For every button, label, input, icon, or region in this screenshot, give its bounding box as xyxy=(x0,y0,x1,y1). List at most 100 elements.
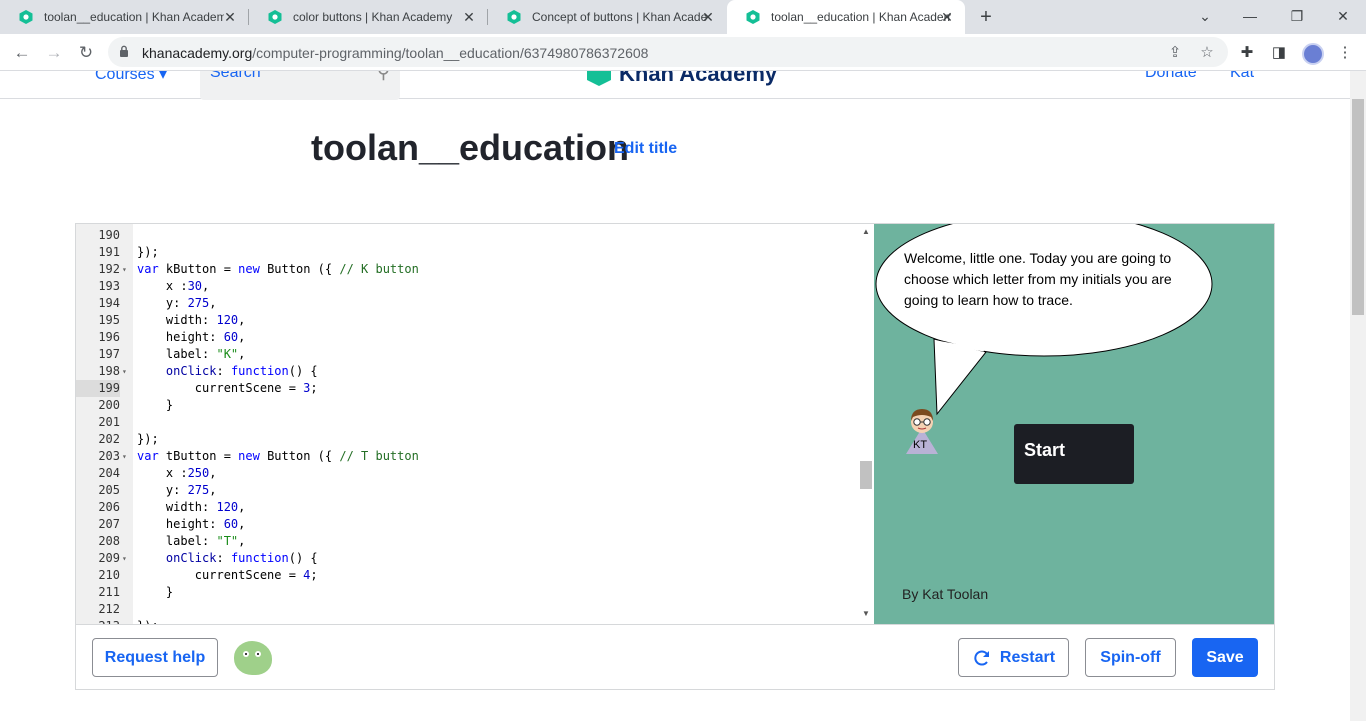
tab-title: toolan__education | Khan Academ xyxy=(44,10,224,24)
tab-close-icon[interactable]: ✕ xyxy=(700,9,716,25)
code-editor[interactable]: 190 191}); 192 ▾ var kButton = new Button ({… xyxy=(76,224,874,624)
code-line[interactable]: 196 height: 60, xyxy=(76,329,874,346)
page-content: Courses ▾ Search ⚲ Khan Academy Donate K… xyxy=(0,71,1350,721)
browser-tab-strip: toolan__education | Khan Academ ✕ color … xyxy=(0,0,1366,34)
search-input[interactable]: Search ⚲ xyxy=(200,71,400,100)
line-number: 204 xyxy=(98,466,120,480)
chrome-menu-icon[interactable]: ⋮ xyxy=(1335,43,1355,63)
khan-academy-favicon-icon xyxy=(19,10,33,24)
line-number: 194 xyxy=(98,296,120,310)
code-line[interactable]: 209 ▾ onClick: function() { xyxy=(76,550,874,567)
code-line[interactable]: 201 xyxy=(76,414,874,431)
spin-off-button[interactable]: Spin-off xyxy=(1085,638,1176,677)
help-mascot-icon[interactable] xyxy=(234,641,272,675)
restart-label: Restart xyxy=(999,648,1056,666)
url-text: khanacademy.org/computer-programming/too… xyxy=(142,45,648,61)
line-number: 199 xyxy=(76,380,120,397)
bookmark-star-icon[interactable]: ☆ xyxy=(1198,44,1216,62)
back-arrow-icon[interactable]: ← xyxy=(10,41,34,65)
window-close-icon[interactable]: ✕ xyxy=(1329,4,1357,28)
line-number: 203 xyxy=(98,449,120,463)
line-number: 207 xyxy=(98,517,120,531)
fold-arrow-icon[interactable]: ▾ xyxy=(122,363,132,380)
fold-arrow-icon[interactable]: ▾ xyxy=(122,261,132,278)
side-panel-icon[interactable]: ◨ xyxy=(1269,43,1289,63)
code-text: onClick: function() { xyxy=(165,364,318,378)
browser-toolbar: ← → ↻ khanacademy.org/computer-programmi… xyxy=(0,34,1366,71)
code-line[interactable]: 192 ▾ var kButton = new Button ({ // K but… xyxy=(76,261,874,278)
line-number: 200 xyxy=(98,398,120,412)
code-line[interactable]: 212 xyxy=(76,601,874,618)
reload-icon[interactable]: ↻ xyxy=(74,41,98,65)
address-bar[interactable]: khanacademy.org/computer-programming/too… xyxy=(108,37,1228,67)
code-text: label: "K", xyxy=(137,347,246,361)
code-text: var kButton = new Button ({ // K button xyxy=(137,262,419,276)
fold-arrow-icon[interactable]: ▾ xyxy=(122,550,132,567)
start-button[interactable]: Start xyxy=(1014,424,1134,484)
share-icon[interactable]: ⇪ xyxy=(1166,44,1184,62)
code-line[interactable]: 190 xyxy=(76,227,874,244)
code-line[interactable]: 208 label: "T", xyxy=(76,533,874,550)
code-line[interactable]: 202}); xyxy=(76,431,874,448)
tab-close-icon[interactable]: ✕ xyxy=(222,9,238,25)
request-help-button[interactable]: Request help xyxy=(92,638,218,677)
line-number: 212 xyxy=(98,602,120,616)
code-line[interactable]: 195 width: 120, xyxy=(76,312,874,329)
khan-academy-logo[interactable]: Khan Academy xyxy=(587,71,777,87)
code-line[interactable]: 205 y: 275, xyxy=(76,482,874,499)
line-number: 210 xyxy=(98,568,120,582)
tab-search-chevron-icon[interactable]: ⌄ xyxy=(1191,4,1219,28)
code-line[interactable]: 191}); xyxy=(76,244,874,261)
ka-header: Courses ▾ Search ⚲ Khan Academy Donate K… xyxy=(0,71,1350,100)
save-button[interactable]: Save xyxy=(1192,638,1258,677)
code-line[interactable]: 204 x :250, xyxy=(76,465,874,482)
code-text: y: 275, xyxy=(137,296,217,310)
output-canvas[interactable]: Welcome, little one. Today you are going… xyxy=(874,224,1274,624)
code-line[interactable]: 210 currentScene = 4; xyxy=(76,567,874,584)
khan-academy-favicon-icon xyxy=(268,10,282,24)
code-line[interactable]: 198 ▾ onClick: function() { xyxy=(76,363,874,380)
code-line[interactable]: 197 label: "K", xyxy=(76,346,874,363)
extensions-puzzle-icon[interactable]: ✚ xyxy=(1237,43,1257,63)
code-text: width: 120, xyxy=(137,500,246,514)
code-line[interactable]: 194 y: 275, xyxy=(76,295,874,312)
scroll-up-icon[interactable]: ▲ xyxy=(860,227,872,239)
line-number: 201 xyxy=(98,415,120,429)
code-line[interactable]: 206 width: 120, xyxy=(76,499,874,516)
browser-tab[interactable]: toolan__education | Khan Academ ✕ xyxy=(0,0,248,34)
tab-close-icon[interactable]: ✕ xyxy=(461,9,477,25)
new-tab-icon[interactable]: + xyxy=(975,6,997,28)
mascot-eye xyxy=(255,651,261,657)
code-line[interactable]: 200 } xyxy=(76,397,874,414)
code-text: } xyxy=(137,398,174,412)
page-scrollbar[interactable] xyxy=(1350,71,1366,721)
editor-scrollbar[interactable]: ▲ ▼ xyxy=(858,224,874,624)
logo-text: Khan Academy xyxy=(619,71,778,86)
restart-button[interactable]: Restart xyxy=(958,638,1069,677)
code-line[interactable]: 207 height: 60, xyxy=(76,516,874,533)
page-scroll-thumb[interactable] xyxy=(1352,99,1364,315)
browser-tab[interactable]: color buttons | Khan Academy ✕ xyxy=(249,0,487,34)
editor-scroll-thumb[interactable] xyxy=(860,461,872,489)
forward-arrow-icon[interactable]: → xyxy=(42,41,66,65)
code-line[interactable]: 199 currentScene = 3; xyxy=(76,380,874,397)
browser-tab-active[interactable]: toolan__education | Khan Academ ✕ xyxy=(727,0,965,34)
browser-tab[interactable]: Concept of buttons | Khan Acade ✕ xyxy=(488,0,726,34)
code-line[interactable]: 193 x :30, xyxy=(76,278,874,295)
code-line[interactable]: 211 } xyxy=(76,584,874,601)
fold-arrow-icon[interactable]: ▾ xyxy=(122,448,132,465)
edit-title-link[interactable]: Edit title xyxy=(614,140,677,158)
restore-icon[interactable]: ❐ xyxy=(1283,4,1311,28)
donate-link[interactable]: Donate xyxy=(1145,71,1197,82)
scroll-down-icon[interactable]: ▼ xyxy=(860,609,872,621)
minimize-icon[interactable]: — xyxy=(1236,4,1264,28)
courses-menu[interactable]: Courses ▾ xyxy=(95,71,167,84)
code-line[interactable]: 203 ▾ var tButton = new Button ({ // T but… xyxy=(76,448,874,465)
tab-close-icon[interactable]: ✕ xyxy=(939,9,955,25)
profile-avatar[interactable] xyxy=(1302,43,1324,65)
line-number: 209 xyxy=(98,551,120,565)
user-menu[interactable]: Kat xyxy=(1230,71,1254,82)
line-number: 202 xyxy=(98,432,120,446)
code-text: width: 120, xyxy=(137,313,246,327)
start-label: Start xyxy=(1024,440,1066,460)
